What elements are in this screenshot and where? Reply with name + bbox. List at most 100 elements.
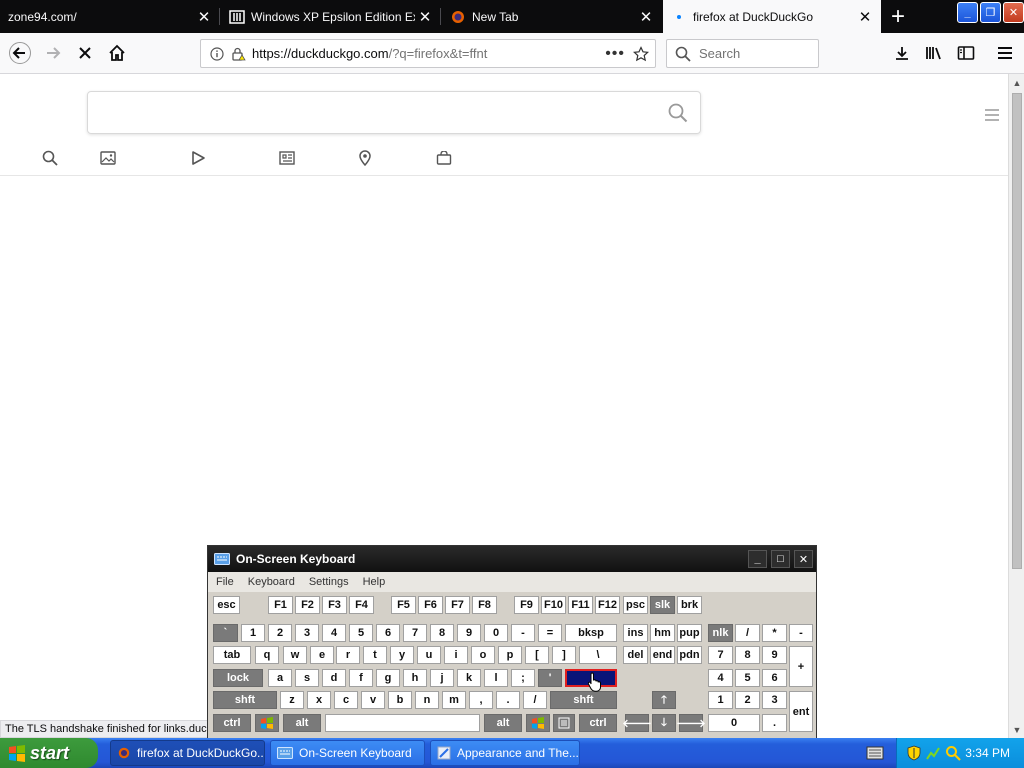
key-f9[interactable]: F9 xyxy=(514,596,539,614)
taskbar-item-osk[interactable]: On-Screen Keyboard xyxy=(270,740,425,766)
videos-play-icon[interactable] xyxy=(188,149,208,167)
page-scrollbar[interactable]: ▲ ▼ xyxy=(1008,74,1024,738)
key-7[interactable]: 7 xyxy=(403,624,427,642)
key-pgdn[interactable]: pdn xyxy=(677,646,702,664)
ddg-menu-icon[interactable] xyxy=(984,108,1000,127)
scrollbar-thumb[interactable] xyxy=(1012,93,1022,569)
key-4[interactable]: 4 xyxy=(322,624,346,642)
taskbar-item-firefox[interactable]: firefox at DuckDuckGo... xyxy=(110,740,265,766)
key-num-1[interactable]: 1 xyxy=(708,691,733,709)
downloads-button[interactable] xyxy=(886,37,918,69)
key-tab[interactable]: tab xyxy=(213,646,251,664)
key-f[interactable]: f xyxy=(349,669,373,687)
key-num-2[interactable]: 2 xyxy=(735,691,760,709)
key-right-shift[interactable]: shft xyxy=(550,691,617,709)
key-num-decimal[interactable]: . xyxy=(762,714,787,732)
key-numlock[interactable]: nlk xyxy=(708,624,733,642)
start-button[interactable]: start xyxy=(0,738,98,768)
key-f3[interactable]: F3 xyxy=(322,596,347,614)
all-results-search-icon[interactable] xyxy=(40,149,60,167)
key-0[interactable]: 0 xyxy=(484,624,508,642)
images-icon[interactable] xyxy=(98,149,118,167)
info-icon[interactable] xyxy=(210,46,224,61)
key-num-minus[interactable]: - xyxy=(789,624,813,642)
key-m[interactable]: m xyxy=(442,691,466,709)
maps-pin-icon[interactable] xyxy=(355,149,375,167)
key-slk[interactable]: slk xyxy=(650,596,675,614)
key-6[interactable]: 6 xyxy=(376,624,400,642)
key-right-alt[interactable]: alt xyxy=(484,714,522,732)
key-num-multiply[interactable]: * xyxy=(762,624,787,642)
key-rbracket[interactable]: ] xyxy=(552,646,576,664)
tab-duckduckgo[interactable]: firefox at DuckDuckGo ✕ xyxy=(663,0,881,33)
home-button[interactable] xyxy=(101,37,133,69)
key-psc[interactable]: psc xyxy=(623,596,648,614)
key-period[interactable]: . xyxy=(496,691,520,709)
key-lbracket[interactable]: [ xyxy=(525,646,549,664)
key-ins[interactable]: ins xyxy=(623,624,648,642)
key-8[interactable]: 8 xyxy=(430,624,454,642)
tab-new-tab[interactable]: New Tab ✕ xyxy=(442,0,662,33)
key-num-0[interactable]: 0 xyxy=(708,714,760,732)
close-tab-icon[interactable]: ✕ xyxy=(636,7,656,27)
tab-zone94[interactable]: zone94.com/ ✕ xyxy=(0,0,220,33)
show-desktop-icon[interactable] xyxy=(866,746,884,765)
key-num-3[interactable]: 3 xyxy=(762,691,787,709)
key-backtick[interactable]: ` xyxy=(213,624,238,642)
menu-file[interactable]: File xyxy=(216,576,234,588)
search-icon[interactable] xyxy=(668,103,688,128)
key-f10[interactable]: F10 xyxy=(541,596,566,614)
key-1[interactable]: 1 xyxy=(241,624,265,642)
key-f11[interactable]: F11 xyxy=(568,596,593,614)
key-q[interactable]: q xyxy=(255,646,279,664)
key-s[interactable]: s xyxy=(295,669,319,687)
key-up-arrow[interactable]: 🡑 xyxy=(652,691,676,709)
news-icon[interactable] xyxy=(277,149,297,167)
osk-close-button[interactable]: ✕ xyxy=(794,550,813,568)
key-backspace[interactable]: bksp xyxy=(565,624,617,642)
close-window-button[interactable]: ✕ xyxy=(1003,2,1024,23)
key-3[interactable]: 3 xyxy=(295,624,319,642)
sidebar-button[interactable] xyxy=(950,37,982,69)
restore-button[interactable]: ❐ xyxy=(980,2,1001,23)
key-down-arrow[interactable]: 🡓 xyxy=(652,714,676,732)
key-f6[interactable]: F6 xyxy=(418,596,443,614)
shopping-bag-icon[interactable] xyxy=(434,149,454,167)
key-left-win[interactable] xyxy=(255,714,279,732)
key-c[interactable]: c xyxy=(334,691,358,709)
key-left-alt[interactable]: alt xyxy=(283,714,321,732)
key-t[interactable]: t xyxy=(363,646,387,664)
tab-windows-xp-epsilon[interactable]: Windows XP Epsilon Edition Extra ✕ xyxy=(221,0,441,33)
key-num-6[interactable]: 6 xyxy=(762,669,787,687)
key-slash[interactable]: / xyxy=(523,691,547,709)
search-tray-icon[interactable] xyxy=(945,745,961,761)
key-j[interactable]: j xyxy=(430,669,454,687)
key-num-divide[interactable]: / xyxy=(735,624,760,642)
key-f2[interactable]: F2 xyxy=(295,596,320,614)
close-tab-icon[interactable]: ✕ xyxy=(855,7,875,27)
key-right-win[interactable] xyxy=(526,714,550,732)
forward-button[interactable] xyxy=(37,37,69,69)
key-minus[interactable]: - xyxy=(511,624,535,642)
key-2[interactable]: 2 xyxy=(268,624,292,642)
network-icon[interactable] xyxy=(925,745,941,761)
close-tab-icon[interactable]: ✕ xyxy=(415,7,435,27)
ddg-search-input[interactable] xyxy=(87,91,701,134)
key-k[interactable]: k xyxy=(457,669,481,687)
scroll-down-arrow-icon[interactable]: ▼ xyxy=(1011,724,1023,736)
key-g[interactable]: g xyxy=(376,669,400,687)
key-r[interactable]: r xyxy=(336,646,360,664)
key-semicolon[interactable]: ; xyxy=(511,669,535,687)
key-backslash[interactable]: \ xyxy=(579,646,617,664)
key-v[interactable]: v xyxy=(361,691,385,709)
key-left-ctrl[interactable]: ctrl xyxy=(213,714,251,732)
key-u[interactable]: u xyxy=(417,646,441,664)
key-esc[interactable]: esc xyxy=(213,596,240,614)
key-n[interactable]: n xyxy=(415,691,439,709)
key-space[interactable] xyxy=(325,714,480,732)
key-num-7[interactable]: 7 xyxy=(708,646,733,664)
key-f5[interactable]: F5 xyxy=(391,596,416,614)
key-menu[interactable] xyxy=(553,714,575,732)
key-f7[interactable]: F7 xyxy=(445,596,470,614)
key-left-arrow[interactable]: 🡐 xyxy=(622,714,652,732)
